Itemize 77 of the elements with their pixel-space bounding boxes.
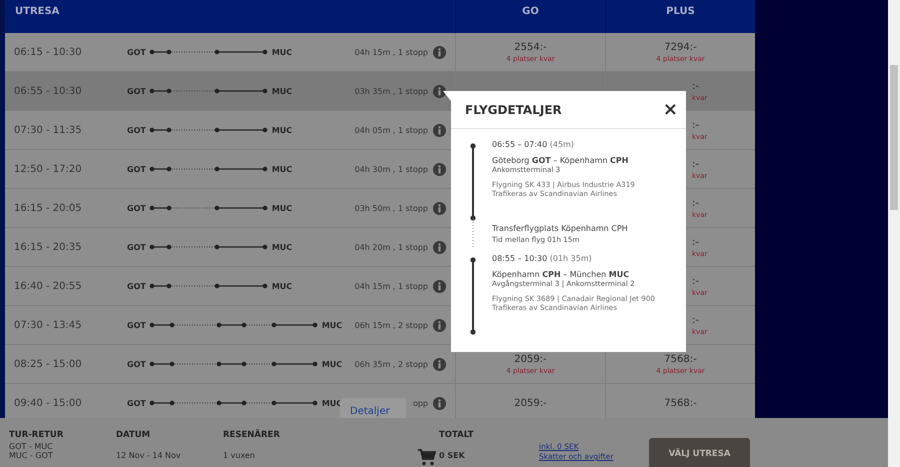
scrollbar-thumb[interactable] (890, 65, 898, 210)
flight-times: 16:15 - 20:05 (14, 202, 83, 214)
airport-code: GOT (127, 126, 146, 134)
price: 7294:- (664, 42, 697, 52)
airport-code: MUC (272, 242, 292, 252)
flight-duration: 04h 30m , 1 stopp (354, 164, 428, 174)
flight-duration: 04h 15m , 1 stopp (354, 48, 428, 56)
flight-times: 06:55 - 10:30 (14, 86, 83, 96)
price: :- (692, 158, 699, 170)
airport-code: MUC (322, 398, 342, 408)
airport-code: GOT (127, 242, 146, 252)
flight-times: 08:25 - 15:00 (14, 358, 83, 370)
price: :- (692, 80, 699, 92)
flight-times: 09:40 - 15:00 (14, 398, 83, 408)
leg-duration: (01h 35m) (550, 254, 592, 263)
dotted-line-icon (470, 219, 476, 249)
airport-code: MUC (272, 204, 292, 212)
summary-label: TOTALT (439, 430, 475, 440)
airport-code: GOT (127, 164, 146, 174)
price: :- (692, 120, 699, 130)
summary-label: RESENÄRER (223, 430, 281, 440)
airport-code: GOT (127, 320, 146, 330)
price: 2554:- (514, 42, 547, 52)
details-menu[interactable]: Detaljer (340, 398, 406, 420)
leg-duration: (45m) (550, 140, 574, 149)
leg-route: Göteborg GOT – Köpenhamn CPH (492, 156, 630, 166)
price: :- (692, 314, 699, 326)
airport-code: GOT (127, 204, 146, 212)
flight-duration: 06h 35m , 2 stopp (354, 360, 428, 368)
flight-duration: 03h 50m , 1 stopp (354, 204, 428, 212)
flight-duration: 04h 15m , 1 stopp (354, 282, 428, 290)
leg-time: 08:55 – 10:30 (492, 254, 548, 263)
price: 7568:- (664, 354, 697, 364)
flight-duration: opp (412, 398, 428, 408)
airport-code: GOT (127, 86, 146, 96)
flight-times: 07:30 - 11:35 (14, 124, 83, 136)
flight-times: 07:30 - 13:45 (14, 320, 83, 330)
trip-route: GOT - MUC (9, 442, 54, 452)
flight-duration: 04h 20m , 1 stopp (354, 242, 428, 252)
traveller-count: 1 vuxen (223, 451, 256, 460)
airport-code: GOT (127, 48, 146, 56)
price: :- (692, 236, 699, 248)
airport-code: MUC (322, 360, 342, 368)
flight-times: 16:15 - 20:35 (14, 242, 83, 252)
trip-dates: 12 Nov - 14 Nov (116, 451, 182, 460)
flight-duration: 03h 35m , 1 stopp (354, 86, 428, 96)
column-header: UTRESA (15, 6, 60, 17)
total-price: 0 SEK (439, 451, 466, 460)
flight-times: 16:40 - 20:55 (14, 280, 83, 292)
cart-icon (418, 449, 436, 466)
trip-route: MUC - GOT (9, 451, 54, 461)
price: :- (692, 276, 699, 286)
airport-code: MUC (272, 86, 292, 96)
airport-code: GOT (127, 360, 146, 368)
airport-code: MUC (272, 126, 292, 134)
flight-duration: 04h 05m , 1 stopp (354, 126, 428, 134)
flight-times: 12:50 - 17:20 (14, 164, 83, 174)
price: 2059:- (514, 398, 547, 408)
airport-code: MUC (322, 320, 342, 330)
column-header: GO (522, 6, 539, 17)
choose-outbound-button[interactable]: VÄLJ UTRESA (649, 438, 750, 467)
price: 2059:- (514, 354, 547, 364)
flight-duration: 06h 15m , 2 stopp (354, 320, 428, 330)
airport-code: GOT (127, 398, 146, 408)
summary-label: TUR-RETUR (9, 430, 64, 440)
price: 7568:- (664, 398, 697, 408)
airport-code: MUC (272, 164, 292, 174)
leg-time: 06:55 – 07:40 (492, 140, 548, 149)
price: :- (692, 198, 699, 208)
airport-code: GOT (127, 282, 146, 290)
info-icon[interactable] (433, 84, 446, 98)
column-header: PLUS (666, 6, 695, 17)
leg-route: Köpenhamn CPH – München MUC (492, 270, 630, 279)
summary-label: DATUM (116, 430, 152, 440)
airport-code: MUC (272, 282, 292, 290)
airport-code: MUC (272, 48, 292, 56)
flight-times: 06:15 - 10:30 (14, 46, 83, 58)
